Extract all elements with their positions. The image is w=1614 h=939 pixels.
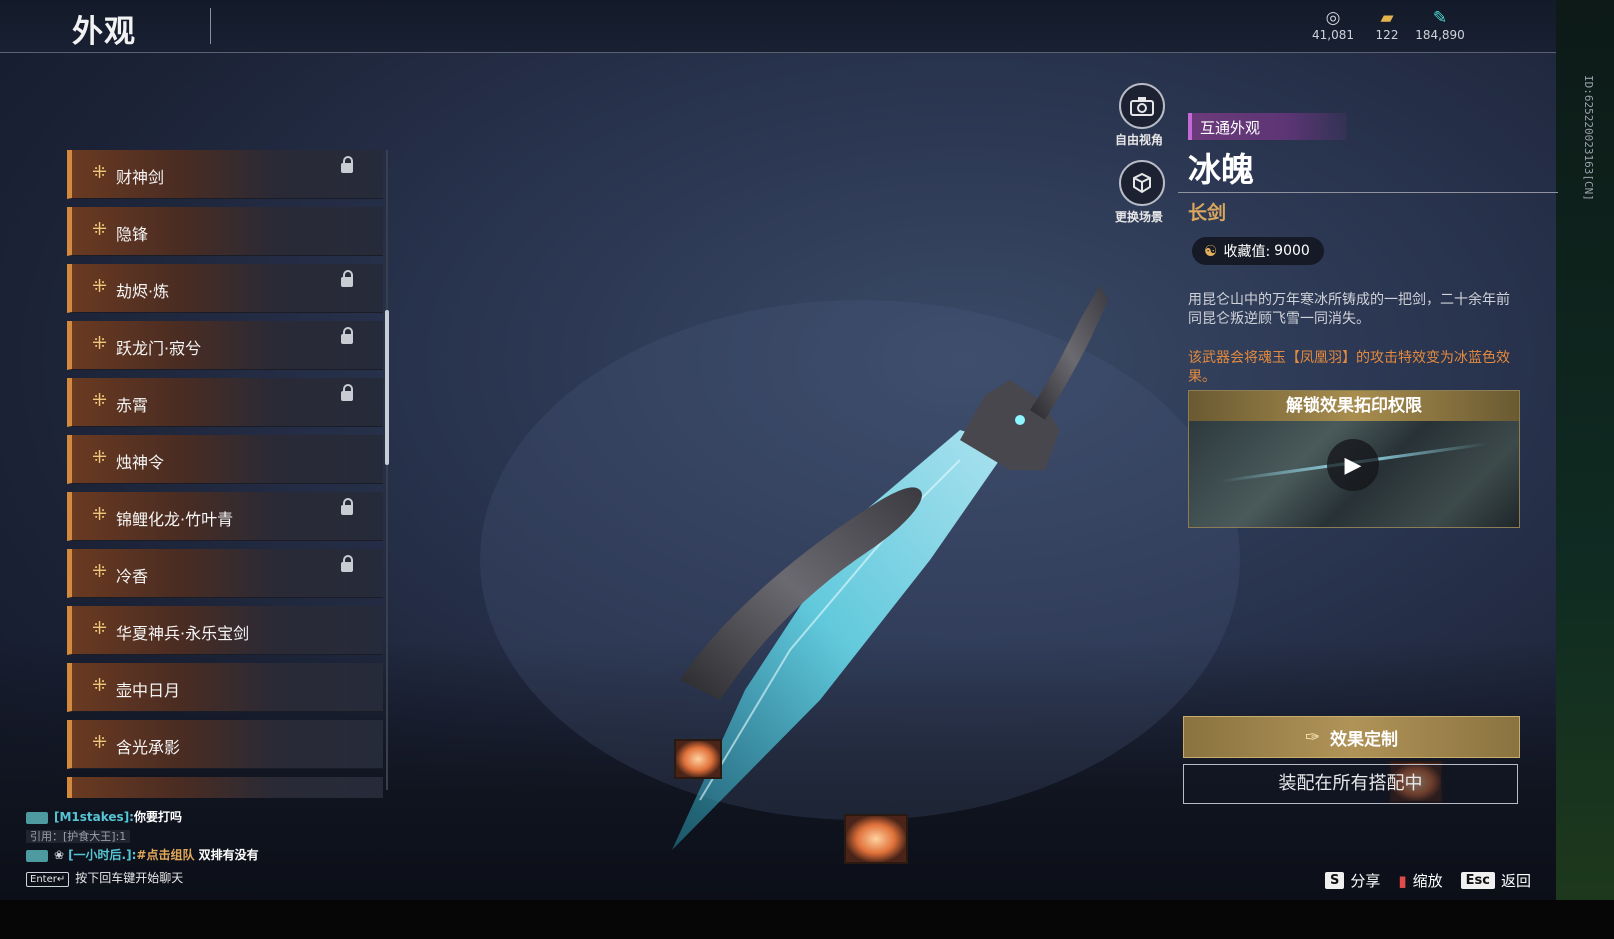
list-item-label: 烛神令 <box>116 453 165 472</box>
skin-list[interactable]: ⁜ 财神剑 ⁜ 隐锋 ⁜ 劫烬·炼 ⁜ 跃龙门·寂兮 ⁜ 赤霄 ⁜ 烛神令 ⁜ 锦鲤化龙·竹叶… <box>67 150 383 798</box>
list-item[interactable]: ⁜ 壶中日月 <box>67 663 383 712</box>
list-item-label: 隐锋 <box>116 225 149 244</box>
back-label: 返回 <box>1501 872 1532 890</box>
list-item[interactable]: ⁜ 隐锋 <box>67 207 383 256</box>
item-name: 冰魄 <box>1188 150 1254 189</box>
effect-custom-label: 效果定制 <box>1330 729 1399 750</box>
skin-mark-icon: ⁜ <box>92 447 108 468</box>
cube-icon <box>1133 172 1151 194</box>
unlock-effect-card[interactable]: 解锁效果拓印权限 ▶ <box>1188 390 1520 528</box>
channel-icon <box>26 811 48 824</box>
list-item-label: 财神剑 <box>116 168 165 187</box>
skin-mark-icon: ⁜ <box>92 732 108 753</box>
chat-sender[interactable]: [M1stakes]: <box>54 810 134 824</box>
skin-mark-icon: ⁜ <box>92 675 108 696</box>
list-item[interactable] <box>67 777 383 798</box>
list-item[interactable]: ⁜ 冷香 <box>67 549 383 598</box>
chat-text: 双排有没有 <box>194 848 259 862</box>
list-item[interactable]: ⁜ 华夏神兵·永乐宝剑 <box>67 606 383 655</box>
channel-icon <box>26 849 48 862</box>
unlock-title: 解锁效果拓印权限 <box>1189 391 1519 421</box>
collect-icon: ☯ <box>1204 242 1218 260</box>
list-item-label: 锦鲤化龙·竹叶青 <box>116 510 234 529</box>
detail-panel: 互通外观 冰魄 长剑 ☯ 收藏值: 9000 用昆仑山中的万年寒冰所铸成的一把剑… <box>1178 0 1558 900</box>
page-title: 外观 <box>72 14 136 50</box>
list-item-label: 劫烬·炼 <box>116 282 170 301</box>
change-scene-label: 更换场景 <box>1115 210 1164 224</box>
list-item[interactable]: ⁜ 劫烬·炼 <box>67 264 383 313</box>
lock-icon <box>341 327 353 344</box>
lock-icon <box>341 384 353 401</box>
skin-mark-icon: ⁜ <box>92 390 108 411</box>
chat-sender[interactable]: [一小时后.]: <box>68 848 136 862</box>
chat-text: 你要打吗 <box>133 810 182 824</box>
free-view-button[interactable] <box>1119 83 1165 129</box>
share-hotkey[interactable]: S 分享 <box>1325 870 1380 891</box>
skin-mark-icon: ⁜ <box>92 618 108 639</box>
zoom-label: 缩放 <box>1412 872 1443 890</box>
shared-skin-tag: 互通外观 <box>1188 113 1347 140</box>
share-key: S <box>1325 872 1345 889</box>
change-scene-button[interactable] <box>1119 160 1165 206</box>
zoom-hotkey[interactable]: ▮ 缩放 <box>1398 870 1442 891</box>
effect-preview-image: ▶ <box>1189 421 1519 527</box>
item-type: 长剑 <box>1188 202 1227 224</box>
list-item[interactable]: ⁜ 跃龙门·寂兮 <box>67 321 383 370</box>
collect-value: 9000 <box>1274 243 1310 259</box>
lotus-icon: ❀ <box>54 848 65 862</box>
skin-mark-icon: ⁜ <box>92 219 108 240</box>
chat-input-hint[interactable]: Enter↵ 按下回车键开始聊天 <box>26 869 426 888</box>
chat-message: [M1stakes]:你要打吗 <box>26 808 426 827</box>
lock-icon <box>341 270 353 287</box>
skin-mark-icon: ⁜ <box>92 561 108 582</box>
share-label: 分享 <box>1350 872 1381 890</box>
collect-label: 收藏值: <box>1223 244 1271 260</box>
tag-label: 互通外观 <box>1200 119 1261 137</box>
enter-key-icon: Enter↵ <box>26 872 70 887</box>
list-item[interactable]: ⁜ 含光承影 <box>67 720 383 769</box>
skin-mark-icon: ⁜ <box>92 162 108 183</box>
list-item[interactable]: ⁜ 赤霄 <box>67 378 383 427</box>
lock-icon <box>341 498 353 515</box>
list-item-label: 华夏神兵·永乐宝剑 <box>116 624 250 643</box>
list-scrollbar[interactable] <box>386 150 388 790</box>
taskbar-strip <box>0 900 1614 939</box>
chat-quote: 引用：[护食大王]:1 <box>26 827 426 846</box>
skin-mark-icon: ⁜ <box>92 504 108 525</box>
list-item-label: 含光承影 <box>116 738 181 757</box>
name-divider <box>1178 192 1558 193</box>
item-description: 用昆仑山中的万年寒冰所铸成的一把剑，二十余年前同昆仑叛逆顾飞雪一同消失。 <box>1188 292 1510 327</box>
team-link[interactable]: #点击组队 <box>136 848 194 862</box>
quote-text: 引用：[护食大王]:1 <box>26 830 131 843</box>
list-item-label: 跃龙门·寂兮 <box>116 339 202 358</box>
collect-value-badge: ☯ 收藏值: 9000 <box>1192 237 1324 265</box>
list-item[interactable]: ⁜ 财神剑 <box>67 150 383 199</box>
esc-key: Esc <box>1460 872 1495 889</box>
hotkey-bar: S 分享 ▮ 缩放 Esc 返回 <box>1325 870 1565 891</box>
play-icon[interactable]: ▶ <box>1327 439 1379 491</box>
equip-all-button[interactable]: 装配在所有搭配中 <box>1183 764 1518 804</box>
chat-hint-text: 按下回车键开始聊天 <box>75 871 184 885</box>
free-view-label: 自由视角 <box>1115 133 1164 147</box>
effect-note: 该武器会将魂玉【凤凰羽】的攻击特效变为冰蓝色效果。 <box>1188 350 1510 385</box>
skin-mark-icon: ⁜ <box>92 276 108 297</box>
list-item-label: 冷香 <box>116 567 149 586</box>
lock-icon <box>341 555 353 572</box>
chat-box[interactable]: [M1stakes]:你要打吗 引用：[护食大王]:1 ❀ [一小时后.]:#点击… <box>26 808 426 888</box>
mouse-icon: ▮ <box>1398 871 1407 890</box>
list-item-label: 赤霄 <box>116 396 149 415</box>
player-id: ID:625220023163[CN] <box>1582 75 1595 201</box>
effect-custom-button[interactable]: ✑ 效果定制 <box>1183 716 1520 758</box>
camera-icon <box>1130 97 1154 116</box>
brush-icon: ✑ <box>1304 726 1321 748</box>
list-scroll-thumb[interactable] <box>385 310 389 465</box>
skin-mark-icon: ⁜ <box>92 333 108 354</box>
title-divider <box>210 8 211 44</box>
list-item-label: 壶中日月 <box>116 681 181 700</box>
chat-message: ❀ [一小时后.]:#点击组队 双排有没有 <box>26 846 426 865</box>
list-item[interactable]: ⁜ 锦鲤化龙·竹叶青 <box>67 492 383 541</box>
back-hotkey[interactable]: Esc 返回 <box>1460 870 1532 891</box>
lock-icon <box>341 156 353 173</box>
list-item[interactable]: ⁜ 烛神令 <box>67 435 383 484</box>
